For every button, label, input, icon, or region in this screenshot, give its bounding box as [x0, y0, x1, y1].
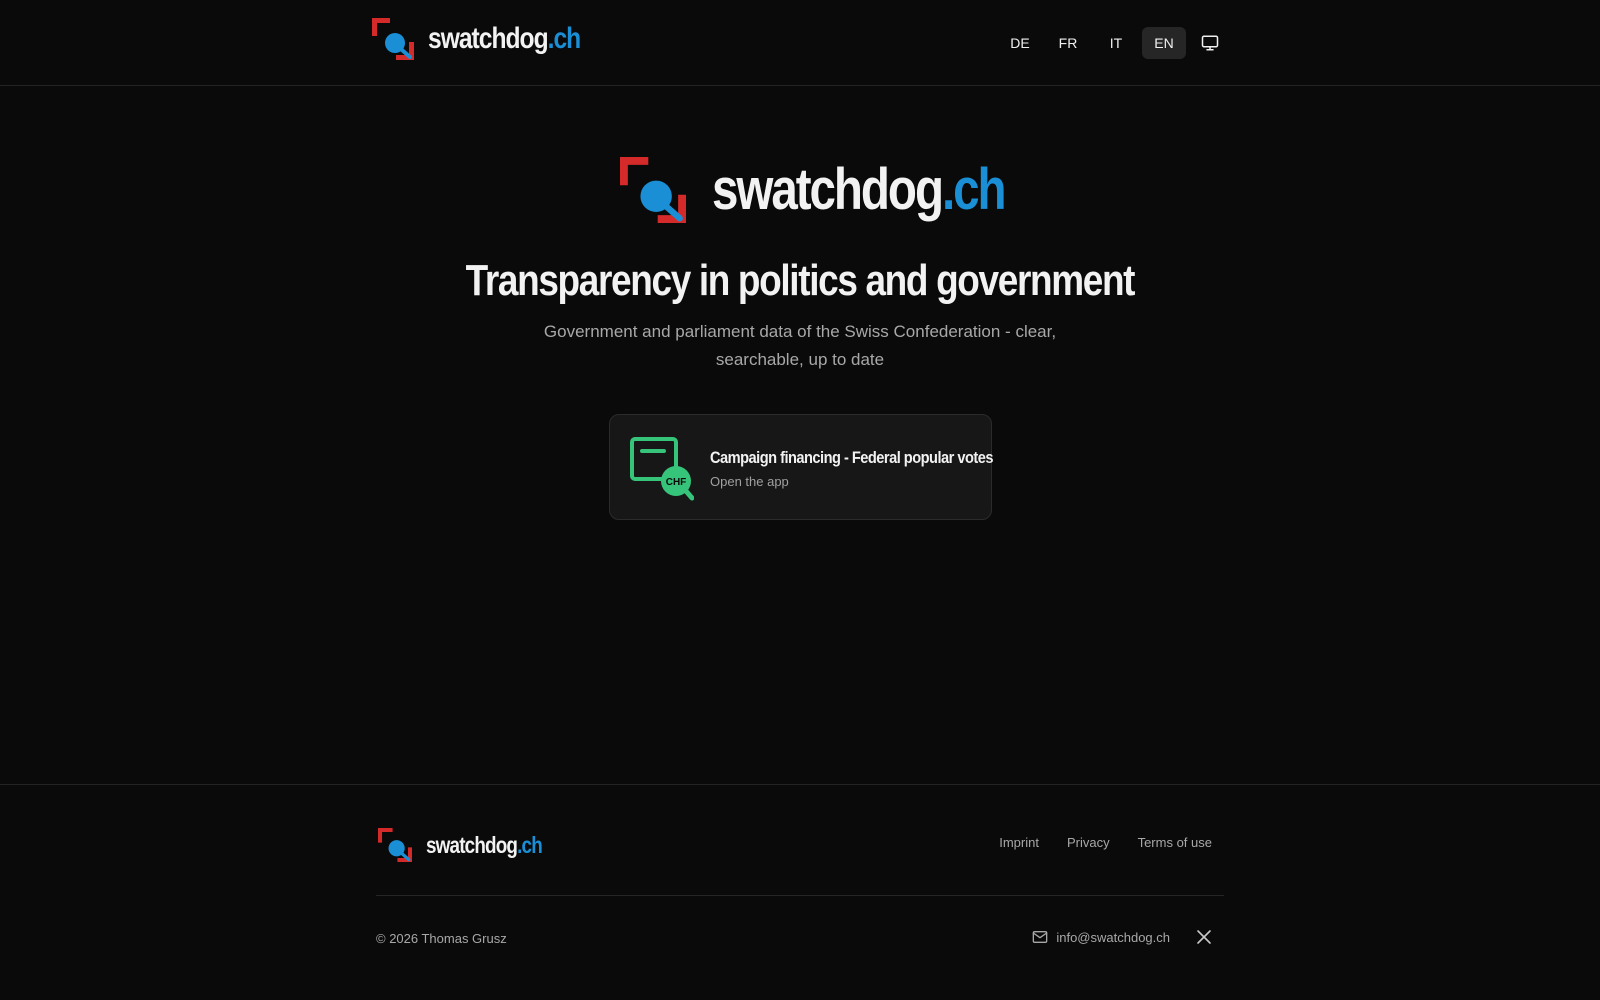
app-card-subtitle: Open the app [710, 474, 789, 489]
lang-button-de[interactable]: DE [998, 27, 1042, 59]
footer-brand-link[interactable]: swatchdog.ch [378, 828, 567, 862]
footer-contact: info@swatchdog.ch [1032, 929, 1212, 945]
page-title: Transparency in politics and government [465, 256, 1136, 305]
svg-text:CHF: CHF [666, 477, 687, 488]
lang-button-en[interactable]: EN [1142, 27, 1186, 59]
language-switcher: DE FR IT EN [994, 27, 1228, 59]
imprint-link[interactable]: Imprint [999, 835, 1039, 850]
hero-brand-text: swatchdog.ch [712, 157, 1007, 222]
header-brand-text: swatchdog.ch [428, 22, 581, 55]
email-address: info@swatchdog.ch [1056, 929, 1170, 945]
privacy-link[interactable]: Privacy [1067, 835, 1110, 850]
terms-of-use-link[interactable]: Terms of use [1138, 835, 1212, 850]
swatchdog-logo-large-icon [620, 156, 686, 223]
app-card-title: Campaign financing - Federal popular vot… [710, 448, 993, 467]
lang-button-fr[interactable]: FR [1046, 27, 1090, 59]
x-icon [1197, 930, 1211, 944]
header-brand-link[interactable]: swatchdog.ch [372, 18, 614, 60]
lang-button-it[interactable]: IT [1094, 27, 1138, 59]
x-social-link[interactable] [1196, 929, 1212, 945]
site-footer: swatchdog.ch Imprint Privacy Terms of us… [0, 784, 1600, 1000]
monitor-icon [1201, 35, 1219, 51]
theme-toggle-button[interactable] [1192, 27, 1228, 59]
footer-brand-text: swatchdog.ch [426, 831, 543, 858]
copyright-text: © 2026 Thomas Grusz [376, 931, 507, 946]
swatchdog-logo-icon [372, 18, 414, 60]
footer-links: Imprint Privacy Terms of use [971, 835, 1212, 850]
mail-icon [1033, 931, 1048, 943]
email-link[interactable]: info@swatchdog.ch [1032, 929, 1170, 945]
hero-brand: swatchdog.ch [620, 156, 1069, 223]
header-inner: swatchdog.ch DE FR IT EN [372, 0, 1228, 86]
footer-divider [376, 895, 1224, 896]
site-header: swatchdog.ch DE FR IT EN [0, 0, 1600, 86]
document-search-chf-icon: CHF [630, 437, 694, 501]
swatchdog-logo-small-icon [378, 828, 412, 862]
footer-inner: swatchdog.ch Imprint Privacy Terms of us… [376, 785, 1224, 1000]
page-subtitle: Government and parliament data of the Sw… [543, 322, 1057, 369]
campaign-financing-app-card[interactable]: CHF Campaign financing - Federal popular… [609, 414, 993, 520]
